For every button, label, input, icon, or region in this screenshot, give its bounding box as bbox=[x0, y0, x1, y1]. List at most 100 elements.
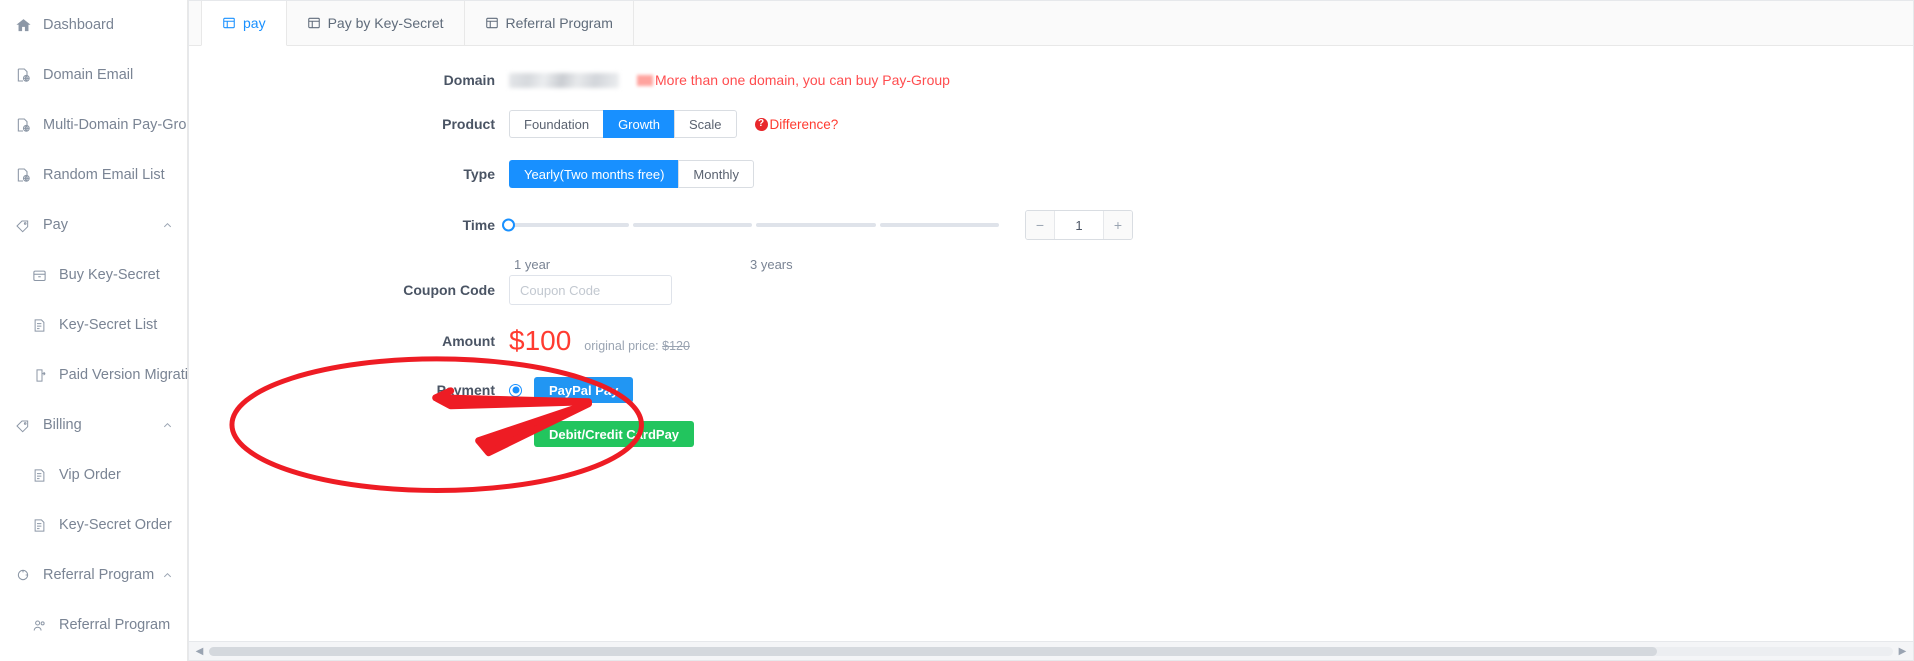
sidebar-item-vip-order[interactable]: Vip Order bbox=[0, 450, 187, 500]
scroll-track[interactable] bbox=[209, 646, 1893, 656]
sidebar-item-label: Random Email List bbox=[43, 167, 165, 183]
slider-segment bbox=[509, 223, 629, 227]
sidebar-item-domain-email[interactable]: Domain Email bbox=[0, 50, 187, 100]
domain-email-icon bbox=[14, 116, 32, 134]
sidebar-item-label: Pay bbox=[43, 217, 68, 233]
sidebar-item-label: Billing bbox=[43, 417, 82, 433]
list-icon bbox=[30, 516, 48, 534]
sidebar-item-label: Domain Email bbox=[43, 67, 134, 83]
home-icon bbox=[14, 16, 32, 34]
coupon-code-input[interactable] bbox=[509, 275, 672, 305]
product-option-foundation[interactable]: Foundation bbox=[509, 110, 604, 138]
share-icon bbox=[14, 566, 32, 584]
sidebar-group-pay[interactable]: Pay bbox=[0, 200, 187, 250]
sidebar-item-label: Buy Key-Secret bbox=[59, 267, 160, 283]
domain-hint-text: More than one domain, you can buy Pay-Gr… bbox=[655, 72, 950, 88]
product-option-growth[interactable]: Growth bbox=[603, 110, 674, 138]
migration-icon bbox=[30, 366, 48, 384]
type-option-monthly[interactable]: Monthly bbox=[678, 160, 754, 188]
tab-referral-program[interactable]: Referral Program bbox=[465, 1, 634, 45]
pay-card: pay Pay by Key-Secret Referral Program D… bbox=[188, 0, 1914, 661]
horizontal-scrollbar[interactable]: ◀ ▶ bbox=[189, 641, 1913, 660]
sidebar-item-label: Vip Order bbox=[59, 467, 121, 483]
stepper-decrement-button[interactable]: − bbox=[1026, 211, 1055, 239]
scroll-left-arrow[interactable]: ◀ bbox=[193, 646, 206, 657]
sidebar-item-key-secret-order[interactable]: Key-Secret Order bbox=[0, 500, 187, 550]
sidebar-item-label: Referral Program bbox=[43, 567, 155, 583]
sidebar-item-key-secret-list[interactable]: Key-Secret List bbox=[0, 300, 187, 350]
sidebar: Dashboard Domain Email Multi-Domain Pay-… bbox=[0, 0, 188, 661]
sidebar-item-multi-domain-pay-group[interactable]: Multi-Domain Pay-Group bbox=[0, 100, 187, 150]
sidebar-item-buy-key-secret[interactable]: Buy Key-Secret bbox=[0, 250, 187, 300]
chevron-up-icon[interactable] bbox=[159, 420, 175, 431]
time-slider[interactable] bbox=[502, 218, 999, 232]
scroll-thumb[interactable] bbox=[209, 646, 1658, 656]
form-row-time: Time − 1 + bbox=[189, 210, 1913, 240]
slider-handle[interactable] bbox=[502, 218, 515, 232]
difference-link[interactable]: ? Difference? bbox=[754, 116, 839, 132]
form-row-type: Type Yearly(Two months free) Monthly bbox=[189, 160, 1913, 188]
domain-hint: More than one domain, you can buy Pay-Gr… bbox=[637, 72, 950, 88]
payment-radio-paypal[interactable] bbox=[509, 383, 522, 397]
slider-max-label: 3 years bbox=[750, 257, 793, 272]
form-row-coupon: Coupon Code bbox=[189, 275, 1913, 305]
tab-label: Pay by Key-Secret bbox=[327, 15, 444, 31]
scroll-right-arrow[interactable]: ▶ bbox=[1896, 646, 1909, 657]
table-icon bbox=[222, 16, 236, 30]
tag-icon bbox=[14, 216, 32, 234]
form-row-payment: Payment PayPal Pay bbox=[189, 377, 1913, 403]
time-label: Time bbox=[462, 217, 495, 233]
difference-link-label: Difference? bbox=[769, 116, 839, 132]
slider-segment bbox=[632, 223, 752, 227]
hint-redaction-icon bbox=[637, 74, 653, 86]
tab-pay-by-key-secret[interactable]: Pay by Key-Secret bbox=[287, 1, 465, 45]
sidebar-group-billing[interactable]: Billing bbox=[0, 400, 187, 450]
stepper-value[interactable]: 1 bbox=[1055, 211, 1103, 239]
sidebar-item-paid-version-migration[interactable]: Paid Version Migration bbox=[0, 350, 187, 400]
form-row-amount: Amount $100 original price: $120 bbox=[189, 327, 1913, 355]
sidebar-item-referral-program[interactable]: Referral Program bbox=[0, 600, 187, 650]
slider-min-label: 1 year bbox=[514, 257, 551, 272]
tab-pay[interactable]: pay bbox=[201, 1, 287, 46]
sidebar-item-label: Multi-Domain Pay-Group bbox=[43, 117, 188, 133]
type-option-yearly[interactable]: Yearly(Two months free) bbox=[509, 160, 679, 188]
stepper-increment-button[interactable]: + bbox=[1103, 211, 1132, 239]
slider-segment bbox=[756, 223, 876, 227]
paypal-pay-button[interactable]: PayPal Pay bbox=[534, 377, 634, 403]
type-button-group: Yearly(Two months free) Monthly bbox=[509, 160, 754, 188]
original-price-group: original price: $120 bbox=[584, 339, 690, 353]
coupon-label: Coupon Code bbox=[403, 282, 495, 298]
chevron-up-icon[interactable] bbox=[159, 220, 175, 231]
payment-radio-card[interactable] bbox=[509, 427, 522, 441]
sidebar-item-label: Paid Version Migration bbox=[59, 367, 188, 383]
domain-value-redacted[interactable] bbox=[509, 72, 619, 88]
type-label: Type bbox=[463, 166, 495, 182]
amount-price: $100 bbox=[509, 325, 572, 356]
domain-label: Domain bbox=[443, 72, 495, 88]
product-button-group: Foundation Growth Scale bbox=[509, 110, 737, 138]
form-row-domain: Domain More than one domain, you can buy… bbox=[189, 72, 1913, 88]
tab-label: pay bbox=[243, 15, 266, 31]
amount-label: Amount bbox=[442, 333, 495, 349]
quantity-stepper: − 1 + bbox=[1025, 210, 1133, 240]
question-mark-icon: ? bbox=[754, 117, 768, 131]
sidebar-item-label: Dashboard bbox=[43, 17, 114, 33]
form-row-payment-card: Debit/Credit CardPay bbox=[189, 421, 1913, 447]
sidebar-item-label: Key-Secret Order bbox=[59, 517, 172, 533]
pay-form: Domain More than one domain, you can buy… bbox=[189, 46, 1913, 447]
wallet-icon bbox=[30, 266, 48, 284]
domain-email-icon bbox=[14, 66, 32, 84]
tab-label: Referral Program bbox=[505, 15, 613, 31]
sidebar-item-dashboard[interactable]: Dashboard bbox=[0, 0, 187, 50]
sidebar-group-referral-program[interactable]: Referral Program bbox=[0, 550, 187, 600]
sidebar-item-label: Key-Secret List bbox=[59, 317, 158, 333]
users-icon bbox=[30, 616, 48, 634]
chevron-up-icon[interactable] bbox=[159, 570, 175, 581]
sidebar-item-random-email-list[interactable]: Random Email List bbox=[0, 150, 187, 200]
form-row-product: Product Foundation Growth Scale ? Differ… bbox=[189, 110, 1913, 138]
list-icon bbox=[30, 316, 48, 334]
product-option-scale[interactable]: Scale bbox=[673, 110, 737, 138]
debit-credit-cardpay-button[interactable]: Debit/Credit CardPay bbox=[534, 421, 695, 447]
slider-track[interactable] bbox=[509, 223, 999, 227]
tab-bar: pay Pay by Key-Secret Referral Program bbox=[189, 1, 1913, 46]
